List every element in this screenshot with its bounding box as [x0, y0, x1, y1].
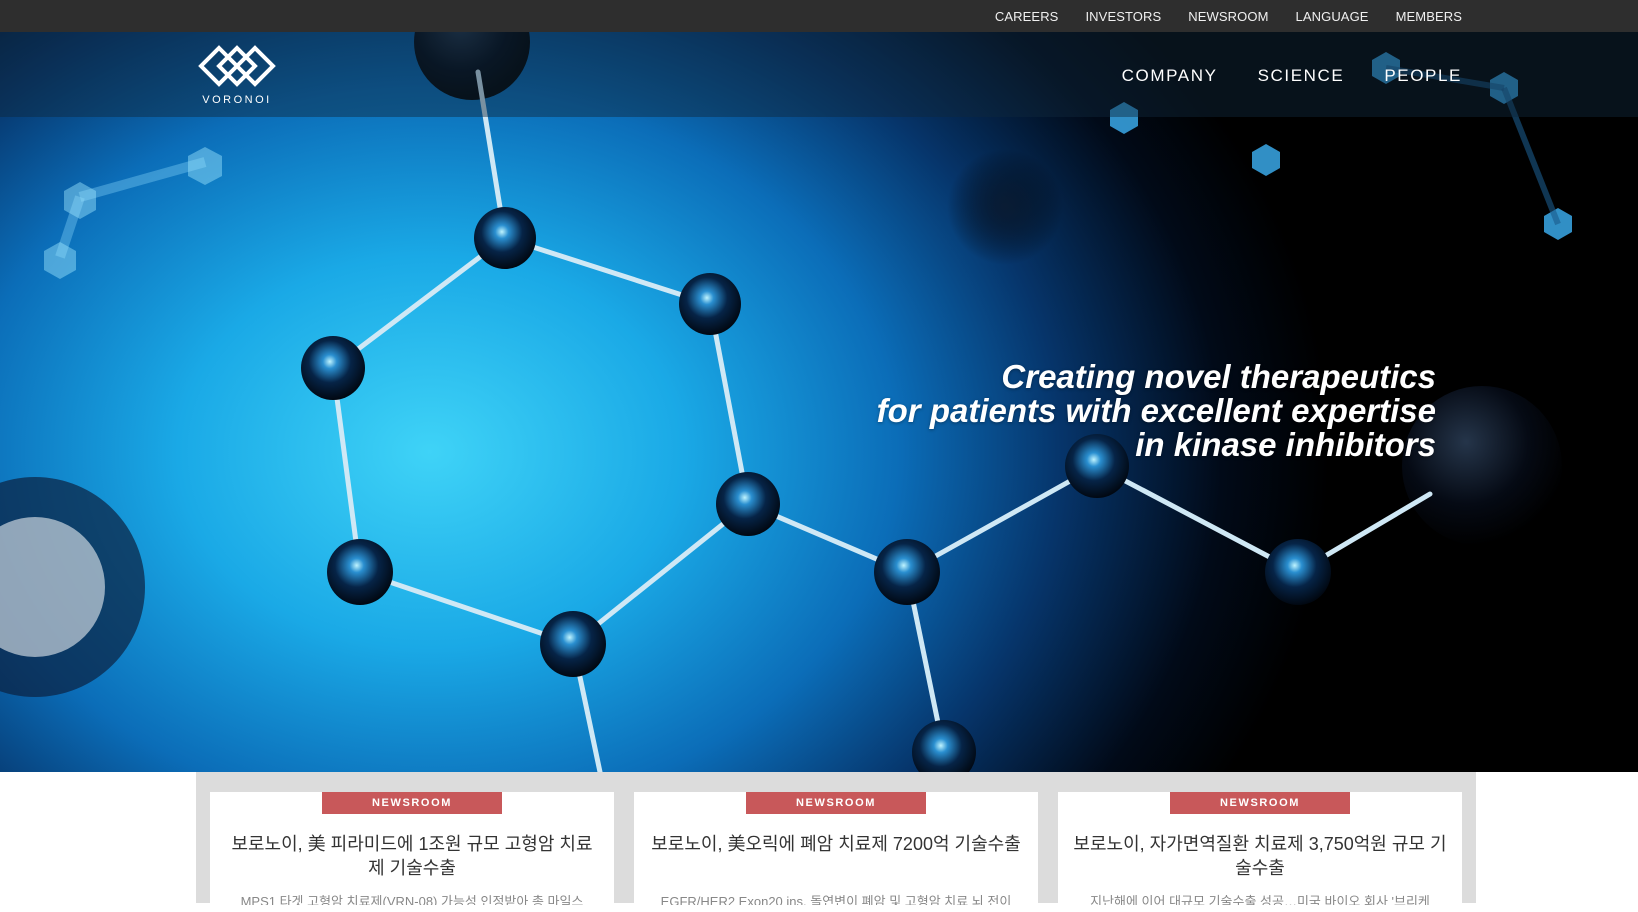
nav-item-company[interactable]: COMPANY: [1122, 66, 1218, 86]
news-card[interactable]: NEWSROOM 보로노이, 美 피라미드에 1조원 규모 고형암 치료제 기술…: [210, 792, 614, 912]
hero-tagline-line-3: in kinase inhibitors: [1135, 426, 1436, 463]
hero-tagline-line-1: Creating novel therapeutics: [1001, 358, 1436, 395]
utility-link-language[interactable]: LANGUAGE: [1296, 9, 1369, 24]
voronoi-logo[interactable]: VORONOI: [197, 42, 277, 108]
utility-link-careers[interactable]: CAREERS: [995, 9, 1059, 24]
diamond-logo-icon: [198, 45, 276, 87]
utility-link-members[interactable]: MEMBERS: [1396, 9, 1462, 24]
news-card[interactable]: NEWSROOM 보로노이, 자가면역질환 치료제 3,750억원 규모 기술수…: [1058, 792, 1462, 912]
nav-item-people[interactable]: PEOPLE: [1384, 66, 1462, 86]
utility-bar: CAREERS INVESTORS NEWSROOM LANGUAGE MEMB…: [0, 0, 1638, 32]
hero-tagline-line-2: for patients with excellent expertise: [876, 392, 1436, 429]
nav-item-science[interactable]: SCIENCE: [1258, 66, 1345, 86]
utility-link-newsroom[interactable]: NEWSROOM: [1188, 9, 1268, 24]
main-nav: COMPANY SCIENCE PEOPLE: [1122, 66, 1462, 86]
news-badge: NEWSROOM: [322, 792, 502, 814]
utility-link-investors[interactable]: INVESTORS: [1085, 9, 1161, 24]
utility-nav: CAREERS INVESTORS NEWSROOM LANGUAGE MEMB…: [995, 0, 1462, 32]
logo-wordmark: VORONOI: [202, 94, 272, 106]
news-badge: NEWSROOM: [746, 792, 926, 814]
news-card[interactable]: NEWSROOM 보로노이, 美오릭에 폐암 치료제 7200억 기술수출 EG…: [634, 792, 1038, 912]
news-badge: NEWSROOM: [1170, 792, 1350, 814]
hero-banner: VORONOI COMPANY SCIENCE PEOPLE Creating …: [0, 32, 1638, 772]
news-card-title[interactable]: 보로노이, 자가면역질환 치료제 3,750억원 규모 기술수출: [1072, 832, 1448, 880]
hero-tagline: Creating novel therapeutics for patients…: [877, 360, 1436, 462]
news-section: NEWSROOM 보로노이, 美 피라미드에 1조원 규모 고형암 치료제 기술…: [196, 772, 1476, 912]
news-card-title[interactable]: 보로노이, 美 피라미드에 1조원 규모 고형암 치료제 기술수출: [224, 832, 600, 880]
main-header: VORONOI COMPANY SCIENCE PEOPLE: [0, 32, 1638, 117]
news-card-title[interactable]: 보로노이, 美오릭에 폐암 치료제 7200억 기술수출: [648, 832, 1024, 856]
